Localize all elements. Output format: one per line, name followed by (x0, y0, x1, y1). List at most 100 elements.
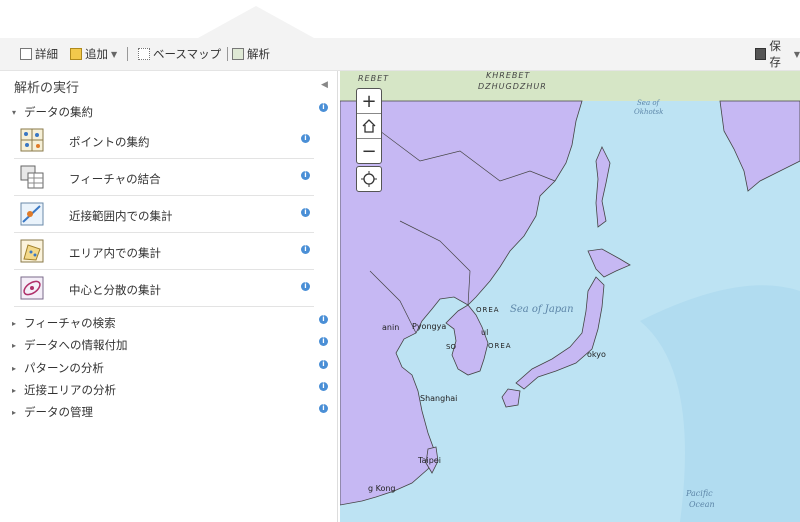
info-icon[interactable]: i (319, 315, 328, 324)
info-icon[interactable]: i (301, 208, 310, 217)
join-features-icon (20, 165, 44, 189)
map-label: SO (446, 343, 456, 351)
info-icon[interactable]: i (319, 382, 328, 391)
kyushu-overlay (501, 388, 521, 408)
info-icon[interactable]: i (319, 337, 328, 346)
info-icon[interactable]: i (319, 103, 328, 112)
analysis-panel: 解析の実行 ◀ ▾ データの集約 i ポイントの集約 i フィーチャの結合 i (4, 71, 338, 522)
zoom-in-button[interactable]: + (357, 89, 381, 113)
info-icon[interactable]: i (301, 171, 310, 180)
map-label: DZHUGDZHUR (478, 82, 547, 91)
analysis-button[interactable]: 解析 (232, 45, 270, 63)
summarize-within-icon (20, 239, 44, 263)
info-icon[interactable]: i (301, 282, 310, 291)
info-icon[interactable]: i (319, 404, 328, 413)
section-label: データの集約 (24, 105, 93, 119)
section-label: 近接エリアの分析 (24, 383, 116, 397)
map-label: OREA (476, 306, 500, 314)
tool-summarize-nearby[interactable]: 近接範囲内での集計 i (14, 196, 314, 233)
map-label: anin (382, 323, 400, 332)
summarize-nearby-icon (20, 202, 44, 226)
chevron-right-icon: ▸ (12, 340, 17, 350)
map-label: Taipei (418, 456, 441, 465)
analysis-label: 解析 (247, 47, 270, 61)
korea-overlay (445, 304, 489, 376)
chevron-down-icon: ▾ (12, 107, 17, 117)
tool-summarize-within[interactable]: エリア内での集計 i (14, 233, 314, 270)
map-label: Pyongya (412, 322, 447, 331)
chevron-right-icon: ▸ (12, 407, 17, 417)
toolbar-divider (127, 47, 128, 61)
aggregate-points-icon (20, 128, 44, 152)
section-analyze-patterns[interactable]: ▸ パターンの分析 (12, 360, 104, 376)
section-use-proximity[interactable]: ▸ 近接エリアの分析 (12, 382, 116, 398)
tool-label: 近接範囲内での集計 (69, 209, 173, 223)
map-label: Okhotsk (634, 108, 664, 116)
zoom-out-button[interactable]: − (357, 138, 381, 163)
tool-label: 中心と分散の集計 (69, 283, 161, 297)
map-label: okyo (587, 350, 606, 359)
top-strip (0, 0, 800, 38)
map-label: Sea of (637, 99, 660, 107)
section-manage-data[interactable]: ▸ データの管理 (12, 404, 93, 420)
collapse-panel-icon[interactable]: ◀ (321, 80, 328, 90)
kamchatka-overlay (719, 100, 800, 192)
section-find-features[interactable]: ▸ フィーチャの検索 (12, 315, 116, 331)
section-label: フィーチャの検索 (24, 316, 116, 330)
toolbar-divider (227, 47, 228, 61)
info-icon[interactable]: i (301, 245, 310, 254)
section-summarize-data[interactable]: ▾ データの集約 (12, 104, 93, 120)
map-canvas (340, 71, 800, 522)
section-label: パターンの分析 (24, 361, 104, 375)
sakhalin-overlay (595, 146, 611, 228)
map-label: Pacific (686, 489, 713, 498)
basemap-label: ベースマップ (153, 47, 222, 61)
map-label: ul (481, 328, 489, 337)
callout-notch (198, 6, 314, 38)
chevron-right-icon: ▸ (12, 363, 17, 373)
terrain-area (340, 71, 800, 101)
info-icon[interactable]: i (301, 134, 310, 143)
save-button[interactable]: 保存 ▼ (755, 39, 800, 69)
save-icon (755, 48, 767, 60)
map-label: Sea of Japan (510, 304, 574, 315)
map-label: REBET (358, 74, 390, 83)
map-view[interactable]: KHREBET DZHUGDZHUR REBET Sea of Okhotsk … (340, 71, 800, 522)
basemap-button[interactable]: ベースマップ (138, 45, 221, 63)
summarize-center-dispersion-icon (20, 276, 44, 300)
details-icon (20, 48, 32, 60)
section-label: データへの情報付加 (24, 338, 128, 352)
add-label: 追加 (85, 47, 108, 61)
map-label: Ocean (689, 500, 715, 509)
chevron-down-icon: ▼ (111, 49, 118, 59)
details-label: 詳細 (35, 47, 58, 61)
panel-title: 解析の実行 (14, 81, 80, 96)
chevron-right-icon: ▸ (12, 385, 17, 395)
basemap-icon (138, 48, 150, 60)
section-enrich-data[interactable]: ▸ データへの情報付加 (12, 337, 128, 353)
home-icon (362, 119, 376, 133)
map-label: g Kong (368, 484, 396, 493)
tool-join-features[interactable]: フィーチャの結合 i (14, 159, 314, 196)
save-label: 保存 (769, 39, 781, 69)
info-icon[interactable]: i (319, 360, 328, 369)
home-button[interactable] (357, 113, 381, 138)
section-label: データの管理 (24, 405, 93, 419)
chevron-down-icon: ▼ (793, 49, 800, 59)
tool-label: ポイントの集約 (69, 135, 150, 149)
deep-water (640, 285, 800, 522)
tool-label: エリア内での集計 (69, 246, 161, 260)
locate-button[interactable] (356, 166, 382, 192)
locate-icon (361, 171, 377, 187)
honshu-overlay (515, 276, 605, 390)
tool-aggregate-points[interactable]: ポイントの集約 i (14, 122, 314, 159)
add-button[interactable]: 追加 ▼ (70, 45, 117, 63)
map-label: Shanghai (420, 394, 458, 403)
details-button[interactable]: 詳細 (20, 45, 58, 63)
tool-summarize-center-dispersion[interactable]: 中心と分散の集計 i (14, 270, 314, 307)
map-label: KHREBET (486, 71, 531, 80)
add-icon (70, 48, 82, 60)
zoom-controls: + − (356, 88, 382, 164)
tool-label: フィーチャの結合 (69, 172, 161, 186)
analysis-icon (232, 48, 244, 60)
